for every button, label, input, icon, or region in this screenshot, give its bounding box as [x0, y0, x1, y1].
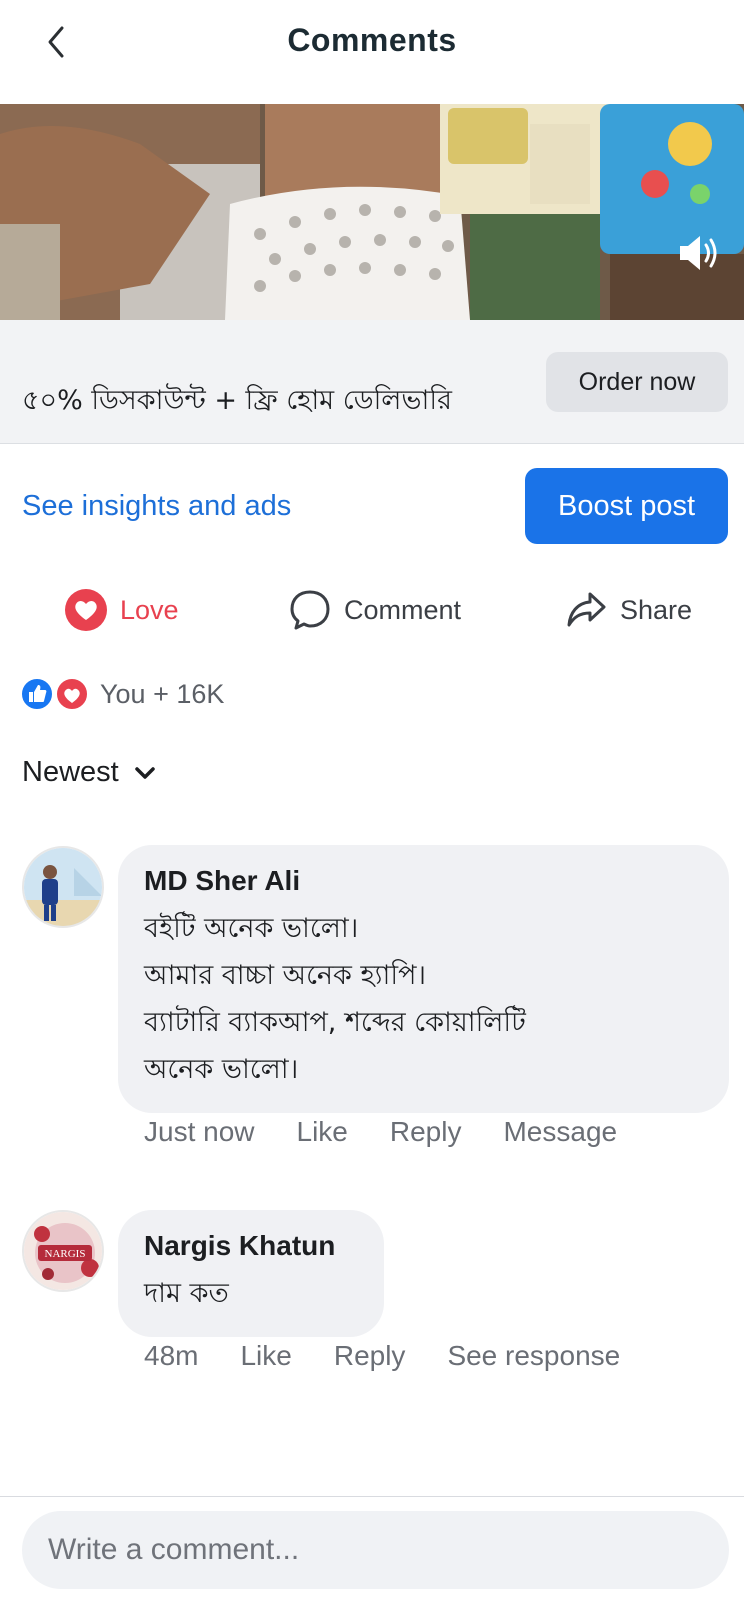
- comment-button[interactable]: Comment: [288, 588, 461, 632]
- like-icon: [20, 677, 54, 711]
- avatar[interactable]: [22, 846, 104, 928]
- see-insights-link[interactable]: See insights and ads: [22, 490, 291, 523]
- love-icon: [55, 677, 89, 711]
- post-video[interactable]: [0, 104, 744, 320]
- love-label: Love: [120, 594, 179, 625]
- comment-meta: Just now Like Reply Message: [144, 1116, 659, 1148]
- avatar[interactable]: NARGIS: [22, 1210, 104, 1292]
- like-comment-button[interactable]: Like: [240, 1340, 291, 1372]
- comment-composer: [0, 1496, 744, 1600]
- comment-label: Comment: [344, 594, 462, 625]
- order-now-button[interactable]: Order now: [546, 352, 728, 412]
- comment-line: দাম কত: [144, 1278, 229, 1309]
- share-button[interactable]: Share: [564, 588, 692, 632]
- reactions-summary[interactable]: You + 16K: [20, 674, 224, 714]
- reply-button[interactable]: Reply: [334, 1340, 406, 1372]
- comment-input[interactable]: [22, 1511, 729, 1589]
- comment-author[interactable]: MD Sher Ali: [144, 865, 703, 897]
- reaction-icons: [20, 677, 89, 711]
- sort-label: Newest: [22, 756, 119, 788]
- top-bar: Comments: [0, 0, 744, 104]
- reaction-count: You + 16K: [100, 678, 225, 709]
- video-frame: [0, 104, 744, 320]
- share-label: Share: [620, 594, 693, 625]
- avatar-photo: NARGIS: [24, 1212, 102, 1290]
- comment-author[interactable]: Nargis Khatun: [144, 1230, 358, 1262]
- ad-headline: ৫০% ডিসকাউন্ট + ফ্রি হোম ডেলিভারি: [22, 385, 452, 416]
- speaker-icon[interactable]: [672, 228, 722, 278]
- sort-dropdown[interactable]: Newest: [22, 756, 159, 789]
- avatar-photo: [24, 848, 102, 926]
- reply-button[interactable]: Reply: [390, 1116, 462, 1148]
- ad-cta-bar: ৫০% ডিসকাউন্ট + ফ্রি হোম ডেলিভারি Order …: [0, 320, 744, 444]
- comment-line: ব্যাটারি ব্যাকআপ, শব্দের কোয়ালিটি: [144, 1007, 526, 1038]
- comment-line: বইটি অনেক ভালো।: [144, 913, 359, 944]
- message-button[interactable]: Message: [503, 1116, 617, 1148]
- comment-bubble: Nargis Khatun দাম কত: [118, 1210, 384, 1337]
- page-title: Comments: [287, 22, 457, 58]
- like-comment-button[interactable]: Like: [297, 1116, 348, 1148]
- comment-bubble: MD Sher Ali বইটি অনেক ভালো। আমার বাচ্চা …: [118, 845, 729, 1113]
- comment-icon: [290, 590, 330, 630]
- love-reaction-icon: [65, 589, 107, 631]
- svg-text:NARGIS: NARGIS: [45, 1248, 86, 1260]
- love-button[interactable]: Love: [64, 588, 179, 632]
- comment-meta: 48m Like Reply See response: [144, 1340, 662, 1372]
- see-response-button[interactable]: See response: [447, 1340, 620, 1372]
- comment-line: আমার বাচ্চা অনেক হ্যাপি।: [144, 960, 427, 991]
- comment-time: 48m: [144, 1340, 199, 1371]
- boost-post-button[interactable]: Boost post: [525, 468, 728, 544]
- comment-line: অনেক ভালো।: [144, 1054, 299, 1085]
- share-icon: [567, 592, 606, 627]
- chevron-down-icon: [134, 766, 155, 779]
- comment-time: Just now: [144, 1116, 255, 1147]
